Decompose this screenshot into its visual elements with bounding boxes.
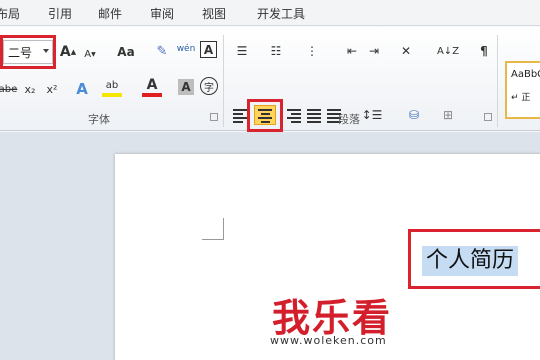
phonetic-guide-button[interactable]: wén <box>176 39 196 59</box>
shading-button[interactable]: ⛁ <box>404 105 424 125</box>
numbered-list-icon: ☷ <box>270 44 282 58</box>
grow-font-button[interactable]: A ▲ <box>58 42 78 62</box>
group-divider <box>497 35 498 127</box>
character-border-button[interactable]: A <box>200 41 217 58</box>
indent-icon: ⇥ <box>368 44 380 58</box>
multilevel-list-button[interactable]: ⋮ <box>302 41 322 61</box>
ribbon-tab-bar: 布局 引用 邮件 审阅 视图 开发工具 <box>0 0 540 26</box>
line-spacing-icon: ↕☰ <box>361 108 383 122</box>
bullet-list-icon: ☰ <box>236 44 248 58</box>
bullets-button[interactable]: ☰ <box>232 41 252 61</box>
multilevel-list-icon: ⋮ <box>306 44 318 58</box>
enclose-characters-button[interactable]: 字 <box>200 77 218 95</box>
show-marks-button[interactable]: ¶ <box>474 41 494 61</box>
numbering-button[interactable]: ☷ <box>266 41 286 61</box>
line-spacing-button[interactable]: ↕☰ <box>361 105 383 125</box>
subscript-button[interactable]: x₂ <box>20 79 40 99</box>
tab-layout[interactable]: 布局 <box>0 5 20 22</box>
margin-corner-mark <box>202 218 224 240</box>
borders-button[interactable]: ⊞ <box>438 105 458 125</box>
clear-format-button[interactable]: ✎ <box>152 41 172 61</box>
font-size-highlight <box>0 35 56 69</box>
change-case-button[interactable]: Aa <box>112 42 140 62</box>
group-divider <box>223 35 224 127</box>
tab-references[interactable]: 引用 <box>48 5 72 22</box>
sort-button[interactable]: A↓Z <box>436 41 460 61</box>
eraser-icon: ✎ <box>156 43 168 59</box>
superscript-button[interactable]: x² <box>42 79 62 99</box>
style-preview: AaBbC <box>511 69 540 80</box>
sort-icon: A↓Z <box>436 45 460 57</box>
chinese-layout-icon: ✕ <box>400 44 412 58</box>
outdent-icon: ⇤ <box>346 44 358 58</box>
font-group-label: 字体 <box>88 113 110 126</box>
tab-view[interactable]: 视图 <box>202 5 226 22</box>
align-left-button[interactable] <box>233 109 247 123</box>
font-color-button[interactable]: A <box>142 77 162 97</box>
highlight-color-button[interactable]: ab <box>102 77 122 97</box>
character-shading-button[interactable]: A <box>178 79 194 95</box>
watermark-url: www.woleken.com <box>270 334 387 347</box>
strikethrough-button[interactable]: abe <box>0 79 18 99</box>
paint-bucket-icon: ⛁ <box>408 108 420 122</box>
style-name: ↵ 正 <box>511 93 531 103</box>
tab-mailings[interactable]: 邮件 <box>98 5 122 22</box>
paragraph-group-label: 段落 <box>338 113 360 126</box>
text-effects-button[interactable]: A <box>72 79 92 99</box>
tab-review[interactable]: 审阅 <box>150 5 174 22</box>
justify-button[interactable] <box>307 109 321 123</box>
decrease-indent-button[interactable]: ⇤ <box>342 41 362 61</box>
pilcrow-icon: ¶ <box>480 44 488 58</box>
border-icon: ⊞ <box>442 108 454 122</box>
ribbon: 二号 A ▲ A ▼ Aa ✎ wén A abe x₂ x² A ab A A 字… <box>0 27 540 132</box>
paragraph-dialog-launcher-icon[interactable] <box>484 113 492 121</box>
align-right-button[interactable] <box>287 109 301 123</box>
selected-title-text[interactable]: 个人简历 <box>422 246 519 276</box>
styles-gallery-item[interactable]: AaBbC ↵ 正 <box>505 61 540 119</box>
font-dialog-launcher-icon[interactable] <box>210 113 218 121</box>
increase-indent-button[interactable]: ⇥ <box>364 41 384 61</box>
shrink-font-button[interactable]: A ▼ <box>80 44 100 64</box>
tab-developer[interactable]: 开发工具 <box>257 5 305 22</box>
align-center-highlight <box>247 99 283 132</box>
chinese-layout-button[interactable]: ✕ <box>396 41 416 61</box>
